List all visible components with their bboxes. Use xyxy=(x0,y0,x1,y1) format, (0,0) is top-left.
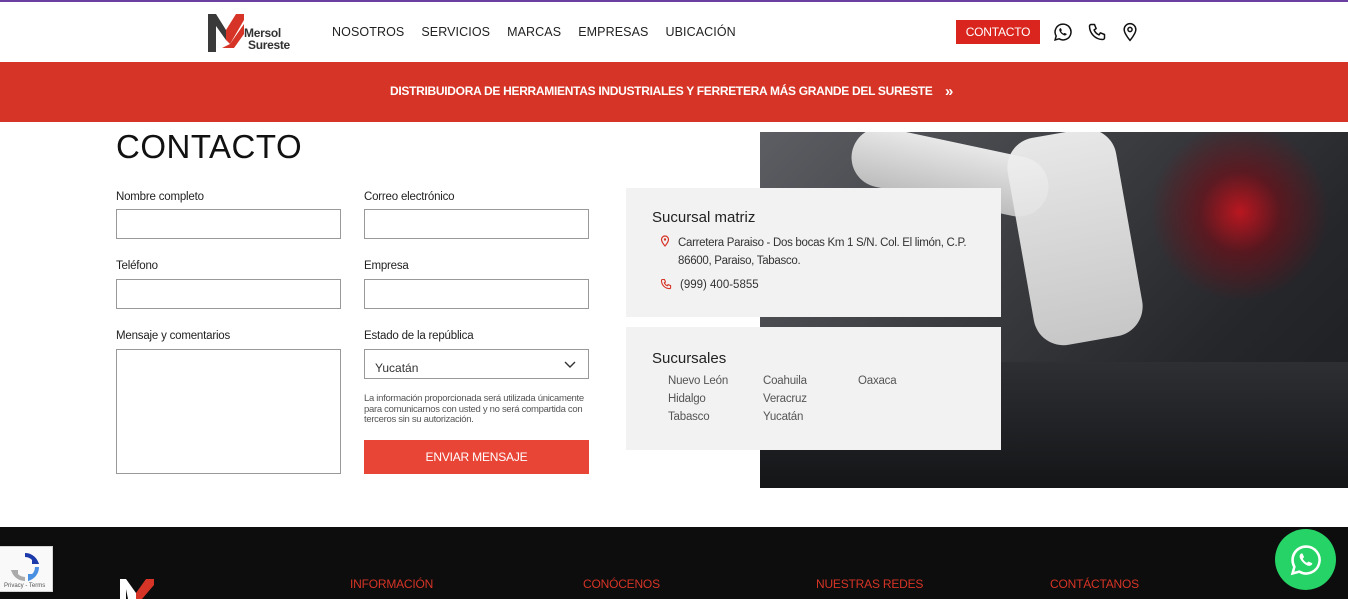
main-branch-address: Carretera Paraiso - Dos bocas Km 1 S/N. … xyxy=(678,237,967,267)
message-textarea[interactable] xyxy=(116,349,341,474)
branches-list: Nuevo León Coahuila Oaxaca Hidalgo Verac… xyxy=(668,375,953,429)
company-label: Empresa xyxy=(364,260,409,272)
phone-field[interactable] xyxy=(116,279,341,309)
nav-item-empresas[interactable]: EMPRESAS xyxy=(578,25,648,39)
recaptcha-icon xyxy=(10,552,40,582)
logo-text-line2: Sureste xyxy=(248,38,290,52)
company-field[interactable] xyxy=(364,279,589,309)
branch-item[interactable]: Oaxaca xyxy=(858,375,953,393)
site-footer: INFORMACIÓN CONÓCENOS NUESTRAS REDES CON… xyxy=(0,527,1348,599)
branch-item[interactable]: Yucatán xyxy=(763,411,858,429)
page-title: CONTACTO xyxy=(116,128,303,165)
location-pin-icon xyxy=(660,235,670,247)
robot-arm-shape xyxy=(1002,132,1148,350)
state-select[interactable]: Yucatán xyxy=(364,349,589,379)
send-message-button[interactable]: ENVIAR MENSAJE xyxy=(364,440,589,474)
branch-item[interactable]: Tabasco xyxy=(668,411,763,429)
promo-banner: DISTRIBUIDORA DE HERRAMIENTAS INDUSTRIAL… xyxy=(0,62,1348,122)
main-branch-phone[interactable]: (999) 400-5855 xyxy=(680,279,759,291)
branches-title: Sucursales xyxy=(652,350,727,367)
branches-card: Sucursales Nuevo León Coahuila Oaxaca Hi… xyxy=(626,327,1001,450)
whatsapp-icon[interactable] xyxy=(1053,22,1073,42)
whatsapp-float-button[interactable] xyxy=(1275,529,1336,590)
phone-icon[interactable] xyxy=(1087,22,1107,42)
contact-button[interactable]: CONTACTO xyxy=(956,20,1040,44)
recaptcha-badge[interactable]: Privacy - Terms xyxy=(0,546,53,592)
logo-mark-icon xyxy=(208,14,244,52)
recaptcha-terms-text[interactable]: Privacy - Terms xyxy=(4,583,45,589)
branch-item[interactable]: Nuevo León xyxy=(668,375,763,393)
email-label: Correo electrónico xyxy=(364,191,455,203)
branch-item[interactable]: Coahuila xyxy=(763,375,858,393)
banner-next-arrow-icon[interactable]: » xyxy=(945,83,953,100)
nav-item-marcas[interactable]: MARCAS xyxy=(507,25,561,39)
nav-item-ubicacion[interactable]: UBICACIÓN xyxy=(665,25,735,39)
branch-item-empty xyxy=(858,393,953,411)
footer-heading-contactanos: CONTÁCTANOS xyxy=(1050,577,1139,591)
nav-item-servicios[interactable]: SERVICIOS xyxy=(421,25,490,39)
footer-heading-redes: NUESTRAS REDES xyxy=(816,577,924,591)
brand-logo[interactable]: Mersol Sureste xyxy=(208,14,290,54)
location-pin-icon[interactable] xyxy=(1120,22,1140,42)
name-field[interactable] xyxy=(116,209,341,239)
whatsapp-icon xyxy=(1290,544,1321,575)
footer-heading-conocenos: CONÓCENOS xyxy=(583,577,660,591)
branch-item[interactable]: Hidalgo xyxy=(668,393,763,411)
name-label: Nombre completo xyxy=(116,191,204,203)
phone-icon xyxy=(660,278,672,290)
site-header: Mersol Sureste NOSOTROS SERVICIOS MARCAS… xyxy=(0,2,1348,62)
email-field[interactable] xyxy=(364,209,589,239)
banner-text: DISTRIBUIDORA DE HERRAMIENTAS INDUSTRIAL… xyxy=(390,84,933,98)
message-label: Mensaje y comentarios xyxy=(116,330,231,342)
main-nav: NOSOTROS SERVICIOS MARCAS EMPRESAS UBICA… xyxy=(332,25,753,39)
state-select-value: Yucatán xyxy=(375,361,419,375)
main-branch-title: Sucursal matriz xyxy=(652,209,756,226)
branch-item-empty xyxy=(858,411,953,429)
chevron-down-icon xyxy=(564,361,576,368)
branch-item[interactable]: Veracruz xyxy=(763,393,858,411)
footer-heading-informacion: INFORMACIÓN xyxy=(350,577,434,591)
phone-label: Teléfono xyxy=(116,260,158,272)
main-branch-card: Sucursal matriz Carretera Paraiso - Dos … xyxy=(626,188,1001,317)
state-label: Estado de la república xyxy=(364,330,474,342)
privacy-disclaimer: La información proporcionada será utiliz… xyxy=(364,393,584,425)
footer-logo-icon xyxy=(120,579,154,599)
nav-item-nosotros[interactable]: NOSOTROS xyxy=(332,25,404,39)
